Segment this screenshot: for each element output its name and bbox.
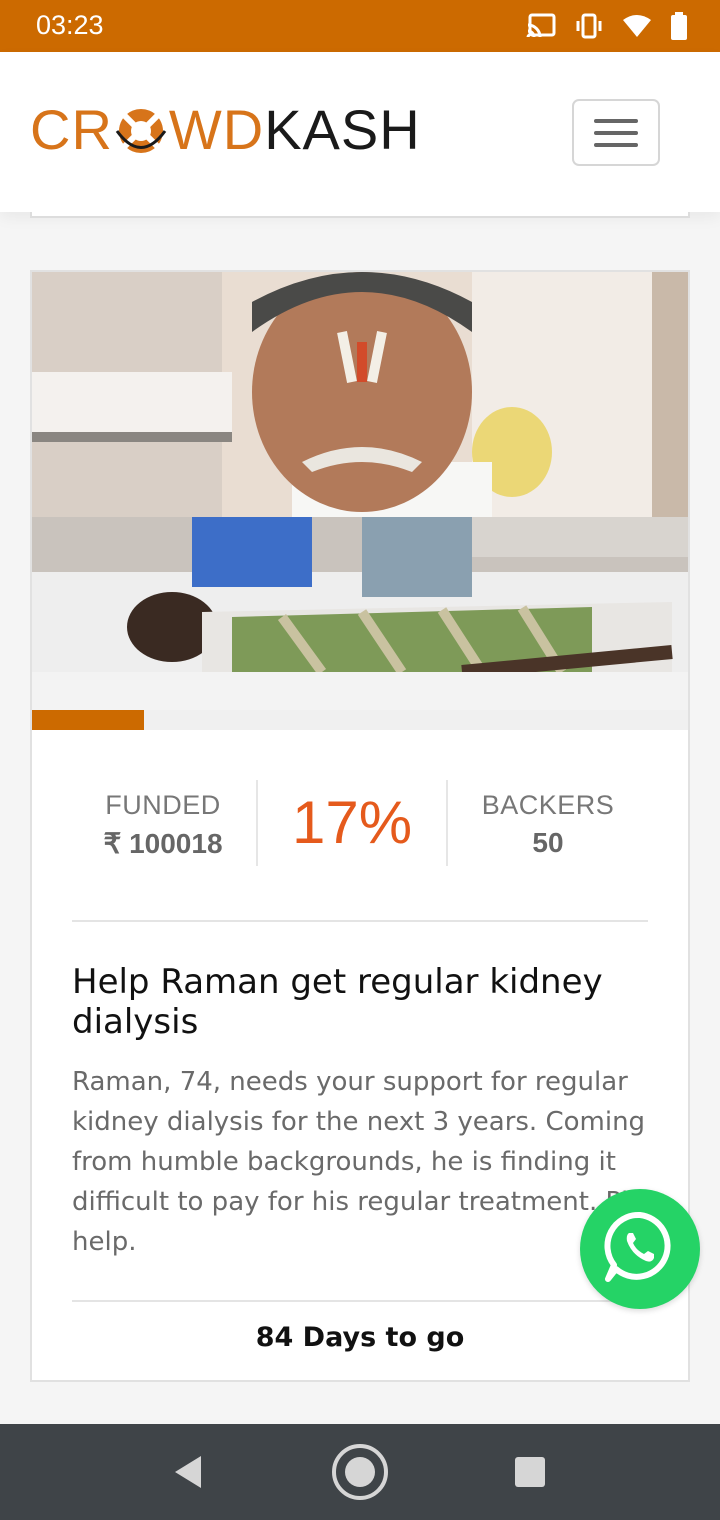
funding-progress-fill (32, 710, 144, 730)
home-icon[interactable] (330, 1444, 390, 1500)
navigation-bar (0, 1424, 720, 1520)
logo-text-wd: WD (168, 98, 265, 161)
whatsapp-button[interactable] (580, 1189, 700, 1309)
backers-value: 50 (532, 827, 564, 858)
funded-percent: 17% (256, 780, 448, 866)
vibrate-icon (574, 13, 604, 43)
funding-progress-bar (32, 710, 688, 730)
wifi-icon (622, 13, 652, 43)
previous-card-edge (30, 212, 690, 218)
hamburger-icon (594, 118, 638, 123)
app-header: CR WD KASH (0, 52, 720, 212)
funded-label: FUNDED (105, 790, 221, 820)
funded-stat: FUNDED ₹ 100018 (72, 790, 254, 860)
logo-text-cr: CR (30, 98, 113, 161)
status-time: 03:23 (36, 10, 104, 40)
recents-icon[interactable] (500, 1444, 560, 1500)
logo-mark-icon (115, 104, 167, 156)
backers-stat: BACKERS 50 (448, 790, 648, 859)
status-bar: 03:23 (0, 0, 720, 52)
battery-icon (670, 12, 688, 44)
backers-label: BACKERS (481, 790, 615, 820)
crowdkash-logo[interactable]: CR WD KASH (30, 100, 421, 160)
campaign-title[interactable]: Help Raman get regular kidney dialysis (72, 962, 652, 1042)
funded-value: ₹ 100018 (103, 828, 223, 859)
status-icons (526, 12, 688, 44)
divider (72, 1300, 648, 1302)
campaign-image[interactable] (32, 272, 688, 710)
menu-button[interactable] (572, 99, 660, 166)
campaign-stats: FUNDED ₹ 100018 17% BACKERS 50 (72, 780, 648, 880)
campaign-description: Raman, 74, needs your support for regula… (72, 1067, 646, 1257)
whatsapp-icon (602, 1209, 678, 1289)
back-icon[interactable] (158, 1444, 218, 1500)
divider (72, 920, 648, 922)
days-left: 84 Days to go (255, 1322, 465, 1353)
logo-text-kash: KASH (264, 98, 421, 161)
cast-icon (526, 13, 556, 43)
